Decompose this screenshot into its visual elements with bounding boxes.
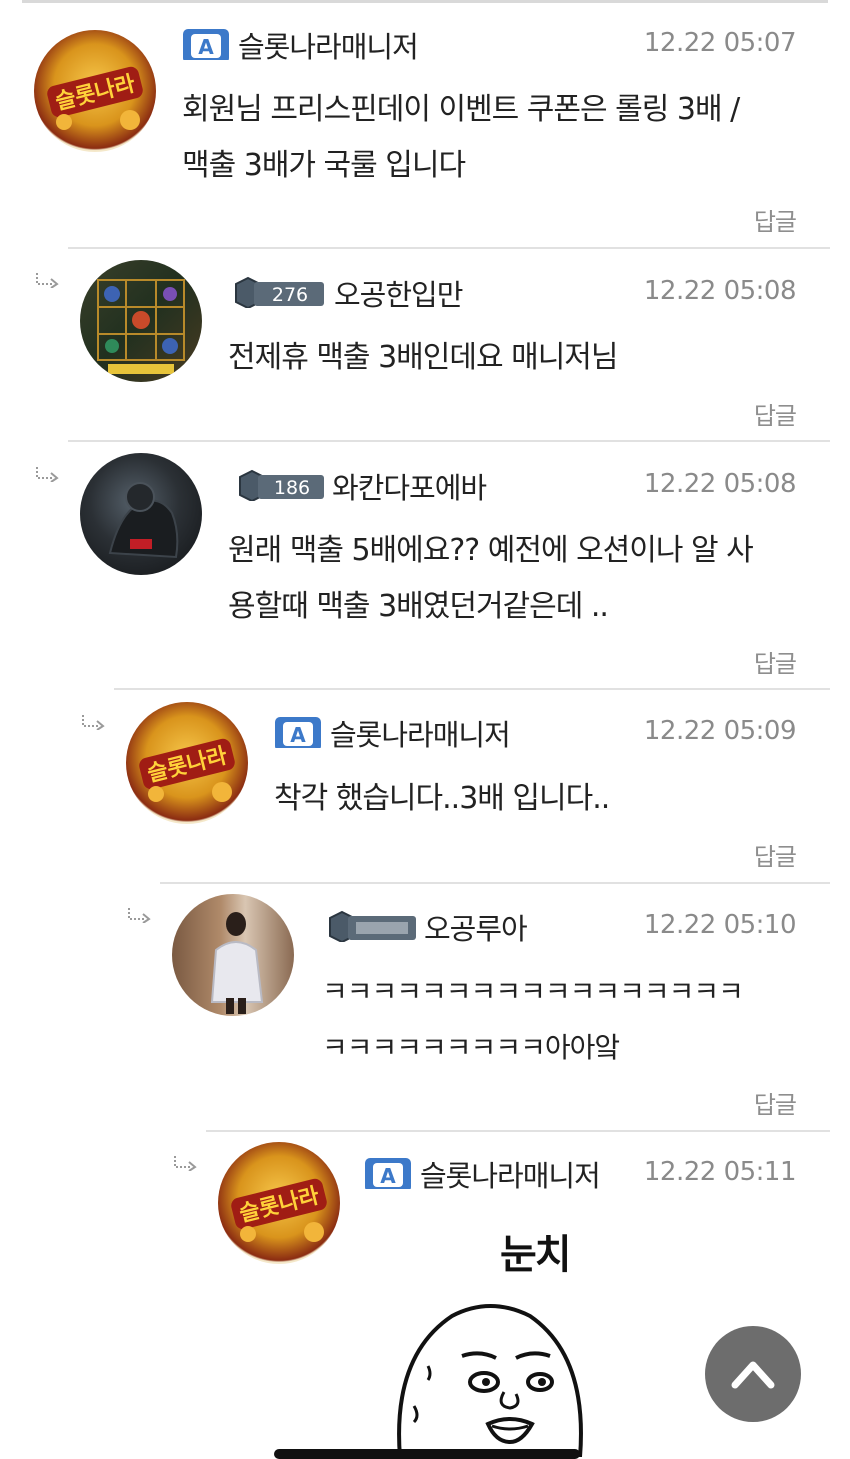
panther-icon (108, 482, 179, 559)
avatar[interactable]: 슬롯나라 (218, 1142, 340, 1264)
comment-time: 12.22 05:09 (643, 716, 797, 746)
reply-arrow-icon (128, 908, 151, 923)
woman-photo-icon (210, 912, 264, 1014)
level-badge-icon: 276 (235, 276, 324, 308)
comment-time: 12.22 05:11 (643, 1157, 797, 1187)
level-badge-icon (329, 910, 416, 942)
comment-time: 12.22 05:08 (643, 469, 797, 499)
comment-divider (68, 247, 830, 249)
avatar[interactable] (80, 260, 202, 382)
avatar[interactable] (172, 894, 294, 1016)
sticker-caption: 눈치 (500, 1232, 572, 1278)
comment-divider (114, 688, 830, 690)
comment-time: 12.22 05:07 (643, 28, 797, 58)
comment-divider (68, 440, 830, 442)
home-indicator (274, 1449, 580, 1459)
comment-author[interactable]: 오공한입만 (334, 272, 463, 314)
reply-arrow-icon (174, 1156, 197, 1171)
slotnara-logo-icon: 슬롯나라 (139, 738, 235, 802)
reply-button[interactable]: 답글 (754, 837, 797, 872)
comment-time: 12.22 05:08 (643, 276, 797, 306)
reply-button[interactable]: 답글 (754, 202, 797, 237)
comment-author[interactable]: 슬롯나라매니저 (330, 712, 511, 754)
svg-text:A: A (198, 35, 214, 59)
admin-icon: A (275, 717, 321, 748)
admin-icon: A (183, 29, 229, 60)
comment-text: ㅋㅋㅋㅋㅋㅋㅋㅋㅋㅋㅋㅋㅋㅋㅋㅋㅋ ㅋㅋㅋㅋㅋㅋㅋㅋㅋ아아앜 (322, 975, 744, 1064)
chevron-up-icon (731, 1361, 775, 1389)
level-number: 276 (272, 284, 308, 306)
comment-divider (206, 1130, 830, 1132)
reply-arrow-icon (82, 715, 105, 730)
comment-text: 착각 했습니다..3배 입니다.. (274, 781, 610, 816)
slotnara-logo-icon: 슬롯나라 (231, 1178, 327, 1242)
reply-arrow-icon (36, 273, 59, 288)
reply-arrow-icon (36, 467, 59, 482)
slotnara-logo-icon: 슬롯나라 (47, 66, 143, 130)
comment-author[interactable]: 슬롯나라매니저 (420, 1153, 601, 1195)
sticker-face-icon (397, 1304, 583, 1457)
comment-time: 12.22 05:10 (643, 910, 797, 940)
slot-game-icon (97, 279, 185, 374)
comment-text: 전제휴 맥출 3배인데요 매니저님 (228, 340, 618, 375)
avatar[interactable]: 슬롯나라 (126, 702, 248, 824)
reply-button[interactable]: 답글 (754, 1085, 797, 1120)
top-divider (22, 0, 828, 3)
scroll-to-top-button[interactable] (705, 1326, 801, 1422)
comment-author[interactable]: 와칸다포에바 (332, 465, 487, 507)
level-badge-icon: 186 (239, 469, 324, 501)
comment-author[interactable]: 슬롯나라매니저 (238, 24, 419, 66)
comment-divider (160, 882, 830, 884)
avatar[interactable]: 슬롯나라 (34, 30, 156, 152)
reply-button[interactable]: 답글 (754, 396, 797, 431)
comment-author[interactable]: 오공루아 (424, 906, 528, 948)
avatar[interactable] (80, 453, 202, 575)
admin-icon: A (365, 1158, 411, 1189)
svg-text:A: A (380, 1164, 396, 1188)
level-number: 186 (274, 477, 310, 499)
comment-text: 회원님 프리스핀데이 이벤트 쿠폰은 롤링 3배 / 맥출 3배가 국룰 입니다 (182, 92, 740, 183)
svg-text:A: A (290, 723, 306, 747)
comment-text: 원래 맥출 5배에요?? 예전에 오션이나 알 사 용할때 맥출 3배였던거같은… (228, 533, 754, 624)
reply-button[interactable]: 답글 (754, 644, 797, 679)
